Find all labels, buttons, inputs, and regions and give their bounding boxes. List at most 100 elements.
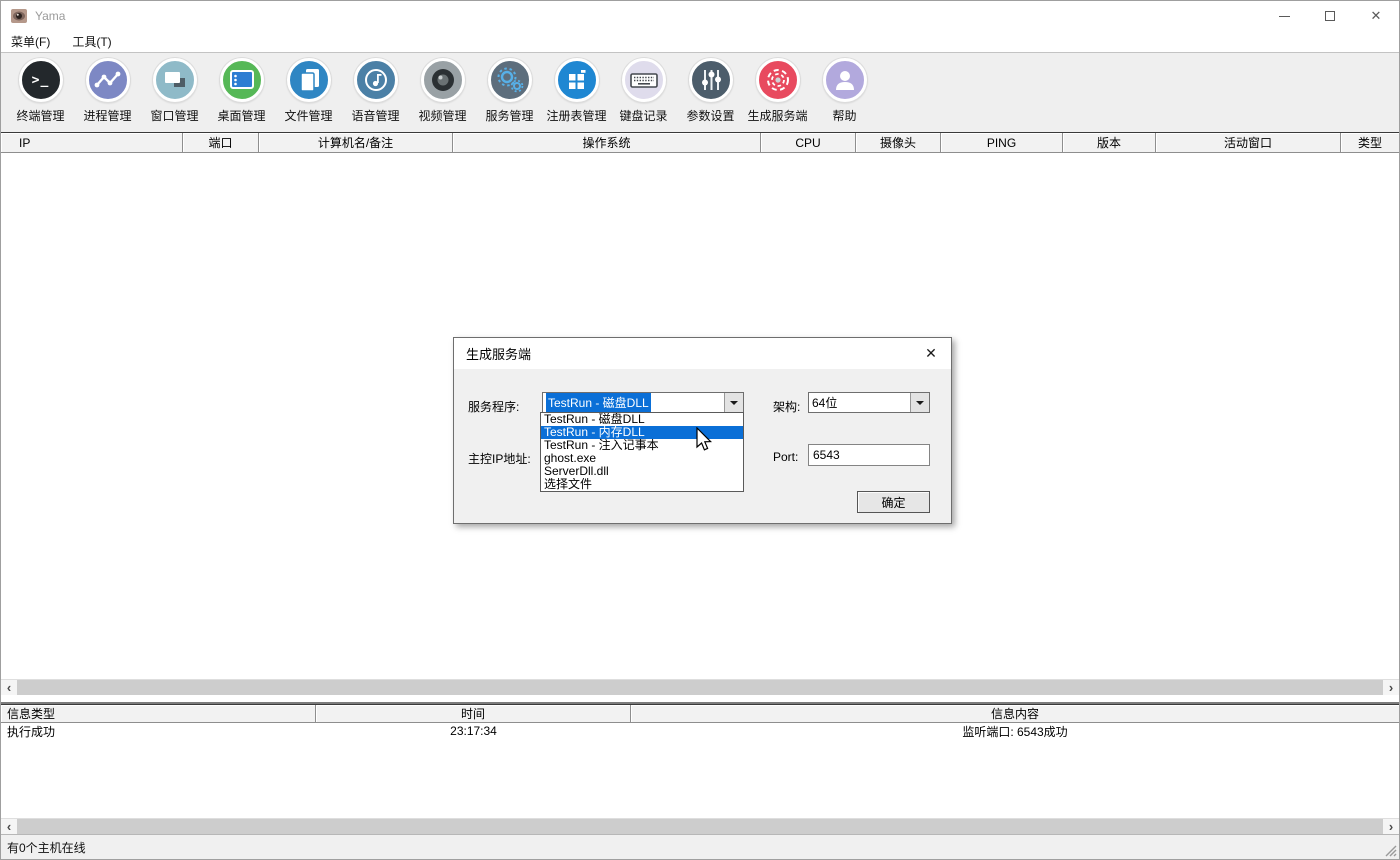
registry-icon — [555, 58, 599, 102]
build-server-icon — [756, 58, 800, 102]
log-cell-time: 23:17:34 — [316, 723, 631, 739]
scroll-left-icon: ‹ — [7, 819, 11, 834]
window-controls: ✕ — [1261, 1, 1399, 31]
service-program-dropdown-list: TestRun - 磁盘DLL TestRun - 内存DLL TestRun … — [540, 412, 744, 492]
dropdown-item[interactable]: 选择文件 — [541, 478, 743, 491]
dropdown-item[interactable]: TestRun - 磁盘DLL — [541, 413, 743, 426]
arch-value: 64位 — [809, 394, 910, 411]
arch-combobox[interactable]: 64位 — [808, 392, 930, 413]
log-row[interactable]: 执行成功 23:17:34 监听端口: 6543成功 — [1, 723, 1399, 739]
toolbar-item-files[interactable]: 文件管理 — [275, 58, 342, 124]
status-bar: 有0个主机在线 — [1, 834, 1399, 859]
video-icon — [421, 58, 465, 102]
help-icon — [823, 58, 867, 102]
toolbar-item-help[interactable]: 帮助 — [811, 58, 878, 124]
app-window: Yama ✕ 菜单(F) 工具(T) >_ 终端管理 进程管理 窗口管理 — [0, 0, 1400, 860]
log-list-hscrollbar: ‹ › — [1, 818, 1399, 834]
toolbar-item-audio[interactable]: 语音管理 — [342, 58, 409, 124]
service-program-value: TestRun - 磁盘DLL — [543, 393, 724, 412]
combo-dropdown-button[interactable] — [724, 393, 743, 412]
desktop-icon — [220, 58, 264, 102]
combo-dropdown-button[interactable] — [910, 393, 929, 412]
log-list-area: 执行成功 23:17:34 监听端口: 6543成功 — [1, 723, 1399, 818]
column-header-type[interactable]: 类型 — [1341, 133, 1399, 152]
panel-splitter[interactable] — [1, 695, 1399, 704]
toolbar-item-keylogger[interactable]: 键盘记录 — [610, 58, 677, 124]
chevron-down-icon — [916, 401, 924, 405]
files-icon — [287, 58, 331, 102]
maximize-icon — [1325, 11, 1335, 21]
column-header-time[interactable]: 时间 — [316, 705, 631, 722]
settings-icon — [689, 58, 733, 102]
column-header-camera[interactable]: 摄像头 — [856, 133, 941, 152]
port-label: Port: — [773, 450, 798, 464]
port-input[interactable]: 6543 — [808, 444, 930, 466]
host-list-hscrollbar: ‹ › — [1, 679, 1399, 695]
dropdown-item[interactable]: ServerDll.dll — [541, 465, 743, 478]
column-header-os[interactable]: 操作系统 — [453, 133, 761, 152]
scroll-right-icon: › — [1389, 819, 1393, 834]
toolbar-item-video[interactable]: 视频管理 — [409, 58, 476, 124]
toolbar-item-desktop[interactable]: 桌面管理 — [208, 58, 275, 124]
log-cell-content: 监听端口: 6543成功 — [631, 723, 1399, 739]
scroll-left-button[interactable]: ‹ — [1, 819, 17, 834]
minimize-icon — [1279, 16, 1290, 17]
column-header-active-window[interactable]: 活动窗口 — [1156, 133, 1341, 152]
terminal-icon: >_ — [19, 58, 63, 102]
service-program-combobox[interactable]: TestRun - 磁盘DLL — [542, 392, 744, 413]
scroll-left-button[interactable]: ‹ — [1, 680, 17, 695]
scroll-right-icon: › — [1389, 680, 1393, 695]
title-bar: Yama ✕ — [1, 1, 1399, 31]
scroll-thumb[interactable] — [17, 680, 1383, 695]
mouse-cursor — [693, 427, 713, 455]
menu-bar: 菜单(F) 工具(T) — [1, 31, 1399, 53]
close-button[interactable]: ✕ — [1353, 1, 1399, 31]
scroll-right-button[interactable]: › — [1383, 680, 1399, 695]
toolbar-item-settings[interactable]: 参数设置 — [677, 58, 744, 124]
window-title: Yama — [35, 9, 65, 23]
column-header-info-type[interactable]: 信息类型 — [1, 705, 316, 722]
toolbar-item-services[interactable]: 服务管理 — [476, 58, 543, 124]
dialog-close-button[interactable]: ✕ — [911, 338, 951, 369]
services-icon — [488, 58, 532, 102]
menu-item-tools[interactable]: 工具(T) — [62, 30, 123, 54]
toolbar-item-window[interactable]: 窗口管理 — [141, 58, 208, 124]
toolbar-item-terminal[interactable]: >_ 终端管理 — [7, 58, 74, 124]
resize-grip-icon[interactable] — [1384, 844, 1397, 857]
maximize-button[interactable] — [1307, 1, 1353, 31]
minimize-button[interactable] — [1261, 1, 1307, 31]
audio-icon — [354, 58, 398, 102]
arch-label: 架构: — [773, 398, 800, 415]
process-icon — [86, 58, 130, 102]
column-header-version[interactable]: 版本 — [1063, 133, 1156, 152]
menu-item-menu[interactable]: 菜单(F) — [1, 30, 62, 54]
log-table-header: 信息类型 时间 信息内容 — [1, 704, 1399, 723]
close-icon: ✕ — [1371, 8, 1382, 24]
master-ip-label: 主控IP地址: — [468, 450, 531, 467]
chevron-down-icon — [730, 401, 738, 405]
keyboard-icon — [622, 58, 666, 102]
scroll-thumb[interactable] — [17, 819, 1383, 834]
column-header-info-content[interactable]: 信息内容 — [631, 705, 1399, 722]
column-header-ip[interactable]: IP — [1, 133, 183, 152]
column-header-computer[interactable]: 计算机名/备注 — [259, 133, 453, 152]
column-header-cpu[interactable]: CPU — [761, 133, 856, 152]
service-program-label: 服务程序: — [468, 398, 519, 415]
toolbar-item-build-server[interactable]: 生成服务端 — [744, 58, 811, 124]
scroll-left-icon: ‹ — [7, 680, 11, 695]
toolbar-item-process[interactable]: 进程管理 — [74, 58, 141, 124]
ok-button[interactable]: 确定 — [857, 491, 930, 513]
dialog-title-bar: 生成服务端 ✕ — [454, 338, 951, 369]
toolbar: >_ 终端管理 进程管理 窗口管理 桌面管理 文件管理 — [1, 53, 1399, 132]
close-icon: ✕ — [925, 345, 937, 362]
status-text: 有0个主机在线 — [7, 839, 86, 856]
log-cell-type: 执行成功 — [1, 723, 316, 739]
column-header-port[interactable]: 端口 — [183, 133, 259, 152]
dialog-title: 生成服务端 — [466, 344, 531, 363]
scroll-right-button[interactable]: › — [1383, 819, 1399, 834]
host-table-header: IP 端口 计算机名/备注 操作系统 CPU 摄像头 PING 版本 活动窗口 … — [1, 132, 1399, 153]
windows-icon — [153, 58, 197, 102]
toolbar-item-registry[interactable]: 注册表管理 — [543, 58, 610, 124]
app-icon — [11, 8, 27, 24]
column-header-ping[interactable]: PING — [941, 133, 1063, 152]
